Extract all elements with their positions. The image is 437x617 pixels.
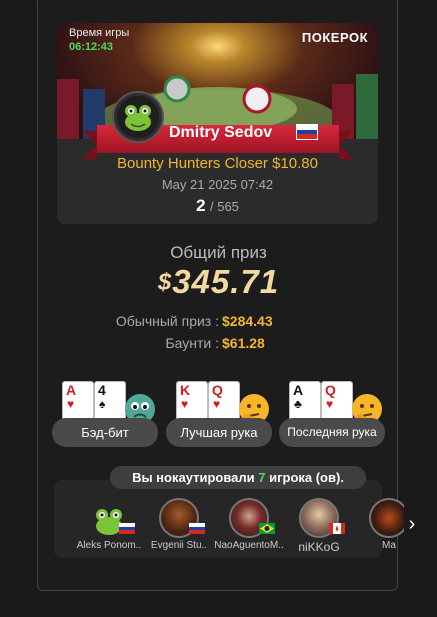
award-label: Бэд-бит [52,418,158,447]
award-label: Лучшая рука [166,418,272,447]
tournament-date: May 21 2025 07:42 [161,177,274,192]
player-avatar [114,93,162,141]
player-name: Dmitry Sedov [169,124,273,141]
tournament-card: Время игры 06:12:43 ПОКЕРОК Dmitry Sedov… [57,23,378,224]
total-prize-title: Общий приз [170,243,267,262]
knocked-player[interactable]: Ma [352,498,404,556]
frog-avatar-icon [125,105,151,131]
knocked-player[interactable]: Aleks Ponom.. [72,498,142,556]
regular-prize-value: $284.43 [222,313,273,329]
award-last-hand[interactable]: A ♣ Q ♥ Последняя рука [279,381,385,447]
knocked-player[interactable]: Evgenii Stu.. [142,498,212,556]
chevron-right-icon[interactable]: › [404,509,420,539]
banner-image: Время игры 06:12:43 ПОКЕРОК [57,23,378,139]
place-number: 2 [196,196,206,215]
knocked-player-name: NaoAguentoM.. [214,540,284,551]
brazil-flag-icon [259,523,275,534]
total-players: / 565 [210,199,239,214]
total-prize-value: 345.71 [172,263,280,300]
bounty-value: $61.28 [222,335,265,351]
knocked-player[interactable]: NaoAguentoM.. [212,498,284,556]
award-best-hand[interactable]: K ♥ Q ♥ Лучшая рука [166,381,272,447]
knocked-player-name: Evgenii Stu.. [150,540,208,551]
russia-flag-icon [296,124,318,140]
game-time-label: Время игры [69,27,130,39]
avatar [369,498,404,538]
russia-flag-icon [189,523,205,534]
bounty-label: Баунти : [165,335,219,351]
brand-logo: ПОКЕРОК [301,30,368,45]
knocked-player-name: Aleks Ponom.. [76,540,142,551]
knocked-player-name: niKKoG [298,540,340,554]
russia-flag-icon [119,523,135,534]
canada-flag-icon [329,523,345,534]
game-time-value: 06:12:43 [69,41,114,53]
results-panel: Время игры 06:12:43 ПОКЕРОК Dmitry Sedov… [37,0,420,591]
knocked-player[interactable]: niKKoG [282,498,352,556]
finish-place: 2 / 565 [57,196,378,216]
tournament-name: Bounty Hunters Closer $10.80 [117,155,318,172]
award-bad-beat[interactable]: A ♥ 4 ♠ Бэд-бит [52,381,158,447]
total-prize-amount: $345.71 [38,263,399,301]
knockouts-summary: Вы нокаутировали 7 игрока (ов). [110,466,366,489]
currency-symbol: $ [157,269,173,296]
award-label: Последняя рука [279,418,385,447]
regular-prize-label: Обычный приз : [115,313,219,329]
knocked-player-name: Ma [382,540,396,551]
